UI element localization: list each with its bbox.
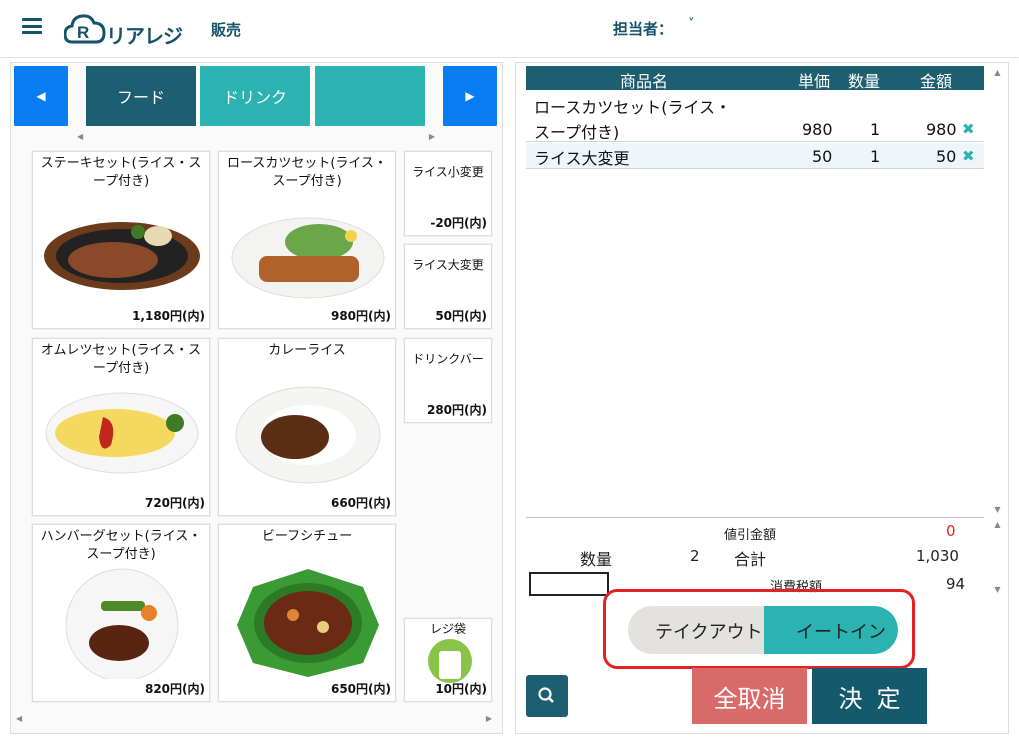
shopping-bag-icon xyxy=(428,639,472,683)
header-amount: 金額 xyxy=(920,72,953,91)
product-scrollbar[interactable]: ◀ ▶ xyxy=(16,714,492,724)
product-tile[interactable]: ハンバーグセット(ライス・スープ付き) 820円(内) xyxy=(32,524,210,702)
staff-label: 担当者： xyxy=(613,20,674,38)
product-price: 280円(内) xyxy=(426,403,487,417)
product-name: ビーフシチュー xyxy=(261,529,353,544)
product-name: レジ袋 xyxy=(429,622,466,636)
summary-scrollbar[interactable]: ▲ ▼ xyxy=(991,520,1004,594)
tab-empty[interactable] xyxy=(315,66,425,126)
product-name: ロースカツセット(ライス・スープ付き) xyxy=(226,156,388,189)
omelette-image xyxy=(45,392,199,474)
confirm-button[interactable]: 決定 xyxy=(812,668,927,724)
cutlet-image xyxy=(231,217,385,299)
nav-sales[interactable]: 販売 xyxy=(211,19,241,40)
item-name-line2: スープ付き) xyxy=(534,123,620,142)
toggle-takeout[interactable]: テイクアウト xyxy=(655,618,763,644)
header-unit: 単価 xyxy=(798,72,831,91)
logo-icon: R xyxy=(64,14,106,44)
order-row[interactable]: ライス大変更 50 1 50 ✖ xyxy=(526,143,984,169)
product-price: 650円(内) xyxy=(330,682,391,696)
qty-label: 数量 xyxy=(580,550,613,569)
product-name: ハンバーグセット(ライス・スープ付き) xyxy=(40,529,202,562)
header-qty: 数量 xyxy=(848,72,881,91)
product-tile[interactable]: ロースカツセット(ライス・スープ付き) 980円(内) xyxy=(218,151,396,329)
chevron-down-icon[interactable]: ˅ xyxy=(688,17,695,32)
logo-text: リアレジ xyxy=(106,24,183,48)
order-row[interactable]: ロースカツセット(ライス・ スープ付き) 980 1 980 ✖ xyxy=(526,92,984,142)
product-tile[interactable]: ライス小変更 -20円(内) xyxy=(404,151,492,236)
product-tile[interactable]: ステーキセット(ライス・スープ付き) 1,180円(内) xyxy=(32,151,210,329)
cancel-all-button[interactable]: 全取消 xyxy=(692,668,807,724)
product-tile[interactable]: ビーフシチュー 650円(内) xyxy=(218,524,396,702)
category-scrollbar[interactable]: ◀ ▶ xyxy=(77,132,435,142)
search-button[interactable] xyxy=(526,675,568,717)
steak-image xyxy=(44,222,200,290)
total-label: 合計 xyxy=(734,550,767,569)
app-header: R リアレジ 販売 担当者： ˅ xyxy=(0,0,1019,58)
product-price: -20円(内) xyxy=(430,216,487,230)
product-price: 10円(内) xyxy=(435,682,487,696)
delete-icon[interactable]: ✖ xyxy=(962,147,975,165)
item-amount: 50 xyxy=(936,147,957,166)
order-table-header: 商品名 単価 数量 金額 xyxy=(526,66,984,91)
product-name: ライス小変更 xyxy=(412,165,484,179)
next-category-button[interactable]: ▶ xyxy=(443,66,497,126)
product-name: ライス大変更 xyxy=(412,258,484,272)
product-tile[interactable]: レジ袋 10円(内) xyxy=(404,618,492,702)
discount-value: 0 xyxy=(946,522,956,540)
tab-drink[interactable]: ドリンク xyxy=(200,66,310,126)
toggle-eatin[interactable]: イートイン xyxy=(796,618,886,644)
product-name: ドリンクバー xyxy=(412,352,484,366)
product-tile[interactable]: ドリンクバー 280円(内) xyxy=(404,338,492,423)
product-price: 1,180円(内) xyxy=(132,309,205,323)
item-qty: 1 xyxy=(870,120,881,139)
product-name: カレーライス xyxy=(268,343,346,358)
item-name-line1: ライス大変更 xyxy=(534,149,630,168)
item-name-line1: ロースカツセット(ライス・ xyxy=(534,98,731,117)
product-tile[interactable]: カレーライス 660円(内) xyxy=(218,338,396,516)
product-price: 980円(内) xyxy=(330,309,391,323)
product-price: 720円(内) xyxy=(144,496,205,510)
caret-right-icon: ▶ xyxy=(465,89,475,103)
summary-divider xyxy=(526,517,984,518)
item-unit: 50 xyxy=(812,147,833,166)
product-price: 820円(内) xyxy=(144,682,205,696)
caret-left-icon: ◀ xyxy=(36,89,46,103)
tab-food[interactable]: フード xyxy=(86,66,196,126)
product-price: 660円(内) xyxy=(330,496,391,510)
hamburger-menu-icon[interactable] xyxy=(22,18,42,34)
product-price: 50円(内) xyxy=(435,309,487,323)
product-tile[interactable]: オムレツセット(ライス・スープ付き) 720円(内) xyxy=(32,338,210,516)
total-value: 1,030 xyxy=(916,547,959,565)
product-name: ステーキセット(ライス・スープ付き) xyxy=(40,156,202,189)
memo-input[interactable] xyxy=(529,572,609,596)
product-tile[interactable]: ライス大変更 50円(内) xyxy=(404,244,492,329)
search-icon xyxy=(538,687,554,703)
item-amount: 980 xyxy=(926,120,957,139)
item-qty: 1 xyxy=(870,147,881,166)
discount-label: 値引金額 xyxy=(724,528,777,543)
curry-image xyxy=(235,386,381,484)
order-scrollbar[interactable]: ▲ ▼ xyxy=(991,68,1004,514)
item-unit: 980 xyxy=(802,120,833,139)
product-name: オムレツセット(ライス・スープ付き) xyxy=(40,343,202,376)
tax-value: 94 xyxy=(946,575,966,593)
qty-value: 2 xyxy=(690,547,700,565)
delete-icon[interactable]: ✖ xyxy=(962,120,975,138)
header-name: 商品名 xyxy=(620,72,669,91)
hamburg-image xyxy=(65,568,179,679)
prev-category-button[interactable]: ◀ xyxy=(14,66,68,126)
svg-text:R: R xyxy=(77,23,89,42)
stew-image xyxy=(237,569,379,677)
dining-toggle[interactable]: テイクアウト イートイン xyxy=(628,606,898,654)
